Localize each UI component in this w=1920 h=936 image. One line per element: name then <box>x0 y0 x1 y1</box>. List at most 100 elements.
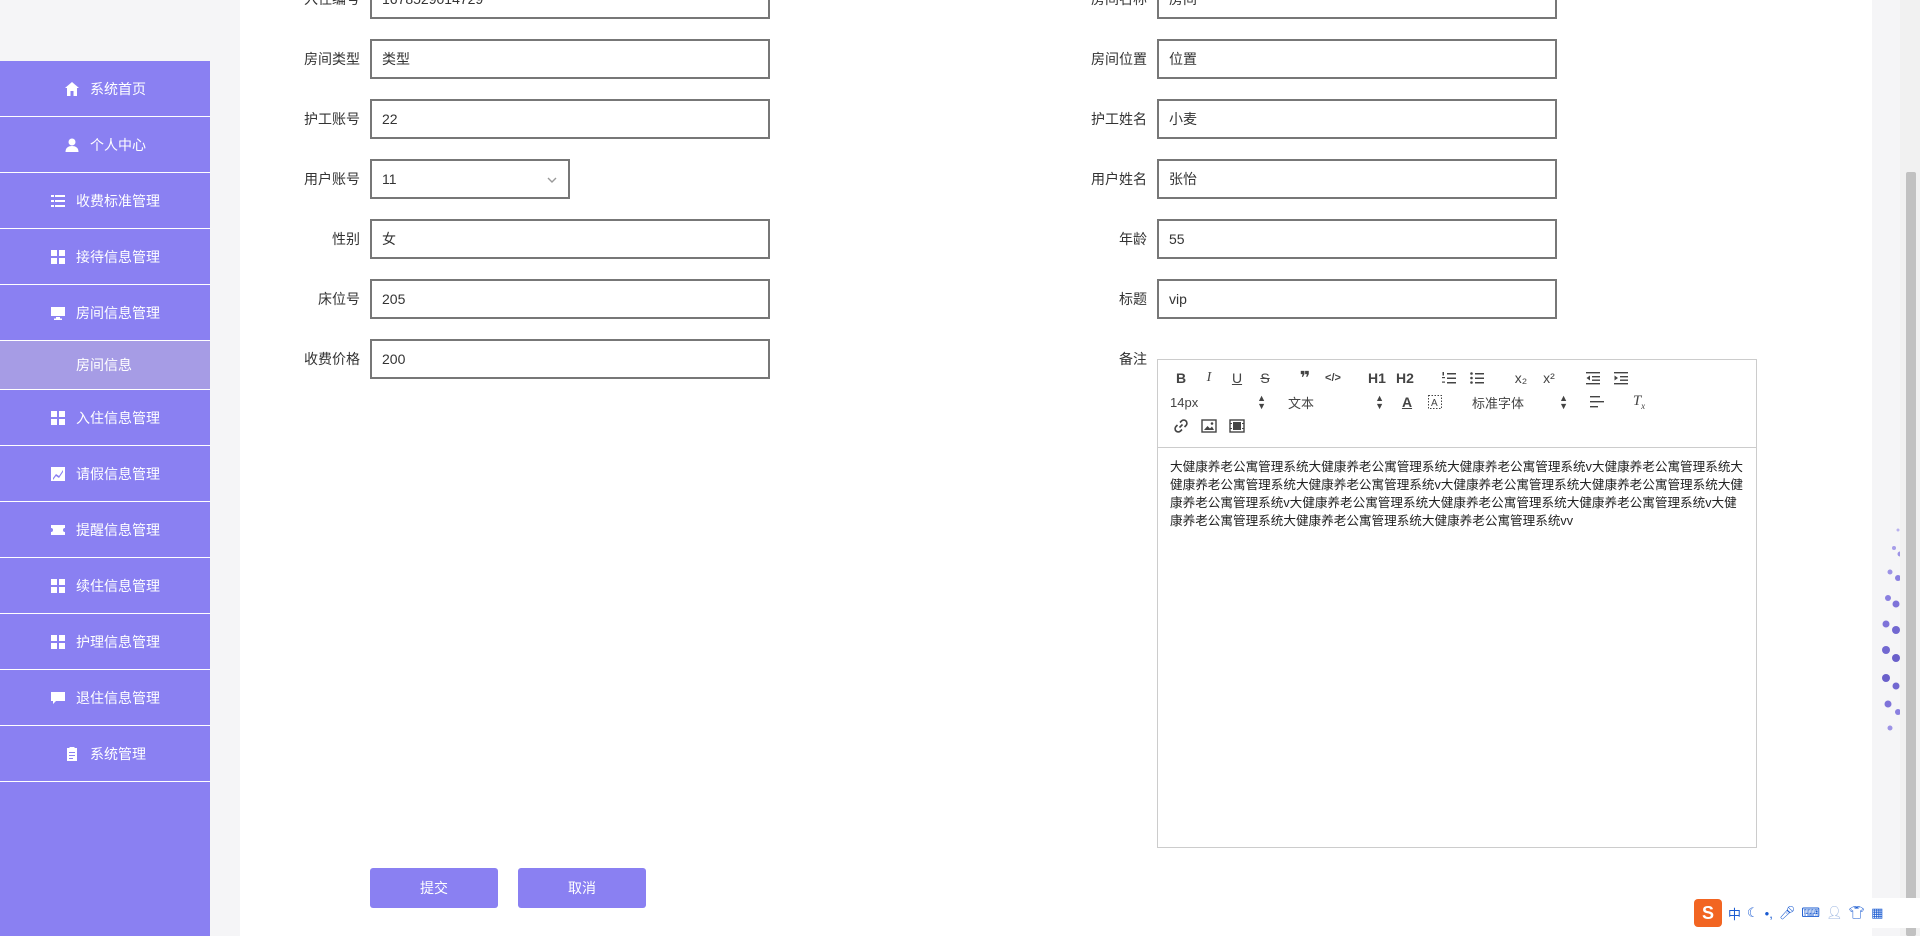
gender-label: 性别 <box>332 231 360 247</box>
image-button[interactable] <box>1198 416 1220 436</box>
heading1-icon: H1 <box>1368 370 1386 386</box>
outdent-button[interactable] <box>1582 368 1604 388</box>
page-scrollbar-thumb[interactable] <box>1906 172 1916 936</box>
user-icon <box>64 137 80 153</box>
select-arrows-icon: ▲ ▼ <box>1257 393 1266 411</box>
link-button[interactable] <box>1170 416 1192 436</box>
blockquote-button[interactable]: ❞ <box>1294 368 1316 388</box>
room-name-field[interactable] <box>1157 0 1557 19</box>
superscript-icon: x² <box>1543 370 1555 386</box>
select-arrows-icon: ▲ ▼ <box>1375 393 1384 411</box>
sidebar-item-check-out[interactable]: 退住信息管理 <box>0 670 210 726</box>
link-icon <box>1174 419 1188 433</box>
underline-button[interactable]: U <box>1226 368 1248 388</box>
sidebar-item-rooms[interactable]: 房间信息管理 <box>0 285 210 341</box>
sidebar-item-label: 请假信息管理 <box>76 465 160 482</box>
user-account-label: 用户账号 <box>304 171 360 187</box>
svg-text:A: A <box>1431 398 1438 409</box>
keyboard-icon[interactable]: ⌨ <box>1801 905 1820 921</box>
indent-icon <box>1614 372 1628 385</box>
font-color-button[interactable]: A <box>1396 392 1418 412</box>
font-size-select[interactable]: 14px ▲ ▼ <box>1170 392 1266 412</box>
align-button[interactable] <box>1586 392 1608 412</box>
room-location-field[interactable] <box>1157 39 1557 79</box>
sidebar-item-label: 接待信息管理 <box>76 248 160 265</box>
editor-content[interactable]: 大健康养老公寓管理系统大健康养老公寓管理系统大健康养老公寓管理系统v大健康养老公… <box>1158 448 1756 540</box>
bed-no-field[interactable] <box>370 279 770 319</box>
punctuation-icon[interactable]: •, <box>1765 906 1773 921</box>
sidebar-item-label: 护理信息管理 <box>76 633 160 650</box>
caregiver-name-field[interactable] <box>1157 99 1557 139</box>
ime-mode-toggle[interactable]: 中 <box>1728 904 1741 923</box>
bold-button[interactable]: B <box>1170 368 1192 388</box>
room-type-field[interactable] <box>370 39 770 79</box>
sidebar-item-label: 入住信息管理 <box>76 409 160 426</box>
ime-toolbar: S 中 ☾ •, 🎤︎ ⌨ 👤︎ 👕︎ ▦ <box>1694 898 1920 928</box>
subscript-button[interactable]: x₂ <box>1510 368 1532 388</box>
bullet-list-icon <box>1470 372 1484 384</box>
price-field[interactable] <box>370 339 770 379</box>
caregiver-account-label: 护工账号 <box>304 111 360 127</box>
sogou-logo-icon[interactable]: S <box>1694 899 1722 927</box>
submit-button[interactable]: 提交 <box>370 868 498 908</box>
sidebar-item-leave[interactable]: 请假信息管理 <box>0 446 210 502</box>
italic-button[interactable]: I <box>1198 368 1220 388</box>
sidebar-item-reception[interactable]: 接待信息管理 <box>0 229 210 285</box>
sidebar-item-extend-stay[interactable]: 续住信息管理 <box>0 558 210 614</box>
font-family-select[interactable]: 标准字体 ▲ ▼ <box>1472 392 1568 412</box>
user-account-select[interactable]: 11 <box>370 159 570 199</box>
font-family-value: 标准字体 <box>1472 395 1525 411</box>
strike-button[interactable]: S <box>1254 368 1276 388</box>
user-icon[interactable]: 👤︎ <box>1826 905 1843 921</box>
underline-icon: U <box>1231 370 1243 386</box>
background-color-button[interactable]: A <box>1424 392 1446 412</box>
superscript-button[interactable]: x² <box>1538 368 1560 388</box>
sidebar-item-label: 收费标准管理 <box>76 192 160 209</box>
clipboard-icon <box>64 746 80 762</box>
image-icon <box>1201 419 1217 433</box>
select-arrows-icon: ▲ ▼ <box>1559 393 1568 411</box>
moon-icon[interactable]: ☾ <box>1747 905 1759 921</box>
home-icon <box>64 81 80 97</box>
sidebar-item-system[interactable]: 系统管理 <box>0 726 210 782</box>
text-style-select[interactable]: 文本 ▲ ▼ <box>1288 392 1384 412</box>
price-label: 收费价格 <box>304 351 360 367</box>
h1-button[interactable]: H1 <box>1366 368 1388 388</box>
sidebar-item-nursing[interactable]: 护理信息管理 <box>0 614 210 670</box>
indent-button[interactable] <box>1610 368 1632 388</box>
bed-no-label: 床位号 <box>318 291 360 307</box>
sidebar-item-profile[interactable]: 个人中心 <box>0 117 210 173</box>
h2-button[interactable]: H2 <box>1394 368 1416 388</box>
check-in-no-field[interactable] <box>370 0 770 19</box>
skin-icon[interactable]: 👕︎ <box>1849 905 1866 921</box>
code-block-button[interactable]: </> <box>1322 368 1344 388</box>
ordered-list-icon <box>1442 372 1456 384</box>
sidebar-item-fee-standards[interactable]: 收费标准管理 <box>0 173 210 229</box>
cancel-button[interactable]: 取消 <box>518 868 646 908</box>
editor-toolbar: B I U S ❞ </> H1 H2 x₂ x² 14px ▲ ▼ 文本 ▲ ▼ … <box>1158 360 1756 448</box>
sidebar: 系统首页 个人中心 收费标准管理 接待信息管理 房间信息管理 房间信息 入住信息… <box>0 61 210 936</box>
bullet-list-button[interactable] <box>1466 368 1488 388</box>
user-name-field[interactable] <box>1157 159 1557 199</box>
sidebar-subitem-room-info[interactable]: 房间信息 <box>0 341 210 390</box>
monitor-icon <box>50 305 66 321</box>
sidebar-item-home[interactable]: 系统首页 <box>0 61 210 117</box>
clear-format-button[interactable]: Tx <box>1628 392 1650 412</box>
sidebar-item-check-in[interactable]: 入住信息管理 <box>0 390 210 446</box>
toolbox-icon[interactable]: ▦ <box>1871 905 1883 921</box>
sidebar-item-label: 房间信息管理 <box>76 304 160 321</box>
age-field[interactable] <box>1157 219 1557 259</box>
heading2-icon: H2 <box>1396 370 1414 386</box>
ordered-list-button[interactable] <box>1438 368 1460 388</box>
caregiver-account-field[interactable] <box>370 99 770 139</box>
microphone-icon[interactable]: 🎤︎ <box>1779 905 1796 921</box>
sidebar-item-label: 系统管理 <box>90 745 146 762</box>
video-icon <box>1229 419 1245 433</box>
ticket-icon <box>50 522 66 538</box>
gender-field[interactable] <box>370 219 770 259</box>
sidebar-item-reminders[interactable]: 提醒信息管理 <box>0 502 210 558</box>
title-field[interactable] <box>1157 279 1557 319</box>
sidebar-subitem-label: 房间信息 <box>76 357 132 373</box>
title-label: 标题 <box>1119 291 1147 307</box>
video-button[interactable] <box>1226 416 1248 436</box>
